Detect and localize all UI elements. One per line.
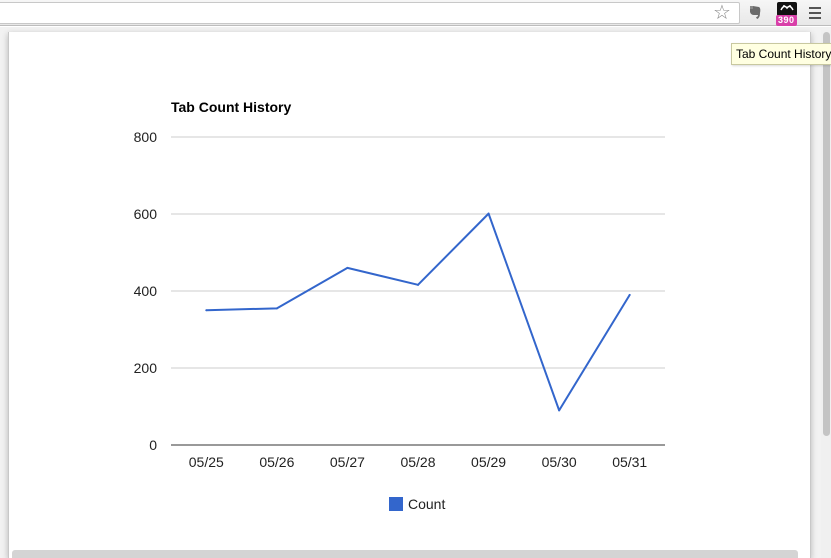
vertical-scrollbar-thumb[interactable] [823, 32, 830, 436]
y-tick-label: 800 [134, 129, 158, 145]
evernote-icon[interactable] [745, 3, 765, 23]
x-tick-label: 05/31 [612, 454, 647, 470]
bookmark-star-icon[interactable]: ☆ [711, 2, 733, 24]
legend-swatch [389, 497, 403, 511]
y-tick-label: 200 [134, 360, 158, 376]
x-tick-label: 05/28 [400, 454, 435, 470]
data-point [487, 212, 490, 215]
tab-count-badge: 390 [776, 15, 797, 26]
browser-toolbar: ☆ 390 [0, 0, 831, 26]
x-tick-label: 05/29 [471, 454, 506, 470]
menu-icon[interactable] [806, 4, 824, 22]
horizontal-scrollbar[interactable] [12, 550, 798, 558]
chart-title: Tab Count History [171, 99, 292, 115]
data-point [417, 283, 419, 286]
data-point [346, 266, 349, 269]
series-line-count [206, 212, 631, 412]
data-point [628, 293, 631, 296]
x-tick-label: 05/25 [189, 454, 224, 470]
line-chart: Tab Count History 0 200 400 600 800 05/25 05/26… [134, 99, 665, 512]
tooltip: Tab Count History [731, 43, 831, 65]
y-tick-label: 600 [134, 206, 158, 222]
address-bar[interactable] [0, 2, 740, 24]
y-tick-label: 400 [134, 283, 158, 299]
data-point [275, 307, 278, 310]
extension-popup: Tab Count History 0 200 400 600 800 05/25 05/26… [8, 32, 811, 558]
tab-count-extension-icon[interactable]: 390 [775, 1, 799, 26]
x-tick-label: 05/30 [542, 454, 577, 470]
x-tick-label: 05/27 [330, 454, 365, 470]
legend-label: Count [408, 496, 445, 512]
data-point [205, 309, 208, 312]
y-tick-label: 0 [149, 437, 157, 453]
x-tick-label: 05/26 [259, 454, 294, 470]
data-point [558, 409, 561, 412]
